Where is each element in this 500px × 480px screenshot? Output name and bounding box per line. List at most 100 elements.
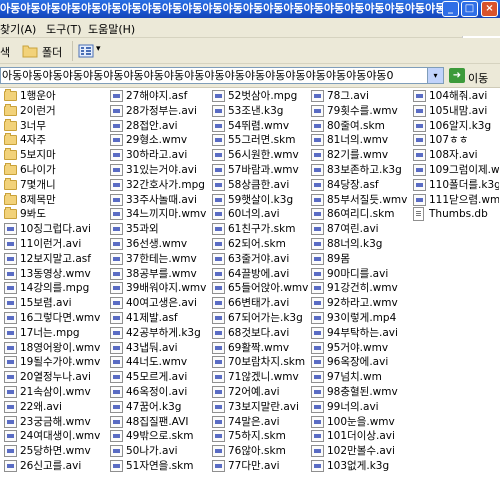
file-item[interactable]: 55그러면.skm xyxy=(212,132,316,148)
file-item[interactable]: 102만볼수.avi xyxy=(311,443,415,459)
file-item[interactable]: 70보람차지.skm xyxy=(212,354,316,370)
file-item[interactable]: 39배워야지.wmv xyxy=(110,280,214,296)
file-item[interactable]: 50나가.avi xyxy=(110,443,214,459)
file-item[interactable]: 98충혈된.wmv xyxy=(311,384,415,400)
file-item[interactable]: 27해야지.asf xyxy=(110,88,214,104)
file-item[interactable]: 105내맘.avi xyxy=(413,103,499,119)
file-item[interactable]: 34느끼지마.wmv xyxy=(110,206,214,222)
file-item[interactable]: 97넘치.wm xyxy=(311,369,415,385)
file-item[interactable]: 51자연을.skm xyxy=(110,458,214,474)
file-item[interactable]: 11이런거.avi xyxy=(4,236,108,252)
file-item[interactable]: 45모르게.avi xyxy=(110,369,214,385)
file-item[interactable]: 76않아.skm xyxy=(212,443,316,459)
file-item[interactable]: 108자.avi xyxy=(413,147,499,163)
address-field[interactable]: 아동야동야동야동야동야동야동야동야동야동야동야동야동야동야동야동야동야동야동0 … xyxy=(0,67,444,84)
folder-item[interactable]: 7몇개니 xyxy=(4,177,108,193)
file-item[interactable]: 56시원한.wmv xyxy=(212,147,316,163)
file-item[interactable]: 40여고생은.avi xyxy=(110,295,214,311)
file-item[interactable]: 49밖으로.skm xyxy=(110,428,214,444)
file-item[interactable]: 75하지.skm xyxy=(212,428,316,444)
menu-help[interactable]: 도움말(H) xyxy=(88,21,135,37)
file-item[interactable]: 109그럼이제.wmv xyxy=(413,162,499,178)
file-item[interactable]: 60너의.avi xyxy=(212,206,316,222)
folder-item[interactable]: 5보지마 xyxy=(4,147,108,163)
file-item[interactable]: 73보지말란.avi xyxy=(212,399,316,415)
file-item[interactable]: 91강건히.wmv xyxy=(311,280,415,296)
file-item[interactable]: 21속삼이.wmv xyxy=(4,384,108,400)
file-item[interactable]: 104해줘.avi xyxy=(413,88,499,104)
search-button[interactable]: 색 xyxy=(0,44,10,60)
file-item[interactable]: 89몸 xyxy=(311,251,415,267)
folder-item[interactable]: 6나이가 xyxy=(4,162,108,178)
menu-file[interactable]: 찾기(A) xyxy=(0,21,36,37)
file-item[interactable]: 14강의를.mpg xyxy=(4,280,108,296)
minimize-button[interactable]: _ xyxy=(442,1,459,17)
file-item[interactable]: 94부탁하는.avi xyxy=(311,325,415,341)
file-item[interactable]: 46옥정이.avi xyxy=(110,384,214,400)
file-item[interactable]: 30하라고.avi xyxy=(110,147,214,163)
file-item[interactable]: 41제발.asf xyxy=(110,310,214,326)
file-item[interactable]: 36선생.wmv xyxy=(110,236,214,252)
file-item[interactable]: 57바람과.wmv xyxy=(212,162,316,178)
file-item[interactable]: 81너의.wmv xyxy=(311,132,415,148)
file-item[interactable]: 22왜.avi xyxy=(4,399,108,415)
file-item[interactable]: 31있는거야.avi xyxy=(110,162,214,178)
file-item[interactable]: 110폴더를.k3g xyxy=(413,177,499,193)
file-item[interactable]: 29형소.wmv xyxy=(110,132,214,148)
file-item[interactable]: 96옥장에.avi xyxy=(311,354,415,370)
file-item[interactable]: 92하라고.wmv xyxy=(311,295,415,311)
file-item[interactable]: 77다만.avi xyxy=(212,458,316,474)
folder-item[interactable]: 2이런거 xyxy=(4,103,108,119)
file-item[interactable]: 107ㅎㅎ xyxy=(413,132,499,148)
file-item[interactable]: 44너도.wmv xyxy=(110,354,214,370)
file-item[interactable]: 93이렇게.mp4 xyxy=(311,310,415,326)
folder-item[interactable]: 1행운아 xyxy=(4,88,108,104)
file-item[interactable]: 24여대생이.wmv xyxy=(4,428,108,444)
file-item[interactable]: 82기를.wmv xyxy=(311,147,415,163)
maximize-button[interactable]: □ xyxy=(461,1,478,17)
file-item[interactable]: 71않겠니.wmv xyxy=(212,369,316,385)
file-item[interactable]: 53조낸.k3g xyxy=(212,103,316,119)
file-item[interactable]: 32간호사가.mpg xyxy=(110,177,214,193)
file-item[interactable]: 26신고를.avi xyxy=(4,458,108,474)
close-button[interactable]: × xyxy=(481,1,498,17)
file-item[interactable]: 103없게.k3g xyxy=(311,458,415,474)
file-item[interactable]: 35과외 xyxy=(110,221,214,237)
file-item[interactable]: 25당하면.wmv xyxy=(4,443,108,459)
file-item[interactable]: 12보지말고.asf xyxy=(4,251,108,267)
views-button[interactable]: ▾ xyxy=(78,41,106,61)
file-item[interactable]: 65들어앉아.wmv xyxy=(212,280,316,296)
file-item[interactable]: 37한테는.wmv xyxy=(110,251,214,267)
file-item[interactable]: 79횟수를.wmv xyxy=(311,103,415,119)
file-item[interactable]: 87여린.avi xyxy=(311,221,415,237)
file-item[interactable]: 67되어가는.k3g xyxy=(212,310,316,326)
file-item[interactable]: 42공부하게.k3g xyxy=(110,325,214,341)
file-item[interactable]: 28가정부는.avi xyxy=(110,103,214,119)
file-item[interactable]: 10징그럽다.avi xyxy=(4,221,108,237)
file-item[interactable]: 58상큼한.avi xyxy=(212,177,316,193)
file-item[interactable]: 20열정누나.avi xyxy=(4,369,108,385)
file-item[interactable]: 84당장.asf xyxy=(311,177,415,193)
file-item[interactable]: 72어예.avi xyxy=(212,384,316,400)
file-item[interactable]: 63줄거야.avi xyxy=(212,251,316,267)
file-item[interactable]: 68것보다.avi xyxy=(212,325,316,341)
file-item[interactable]: 99너의.avi xyxy=(311,399,415,415)
file-item[interactable]: 62되어.skm xyxy=(212,236,316,252)
file-item[interactable]: 66변태가.avi xyxy=(212,295,316,311)
go-arrow-icon[interactable]: ➜ xyxy=(449,68,465,83)
folders-button[interactable]: 폴더 xyxy=(22,42,82,60)
file-item[interactable]: 19될수가야.wmv xyxy=(4,354,108,370)
file-item[interactable]: 78그.avi xyxy=(311,88,415,104)
address-dropdown-icon[interactable]: ▾ xyxy=(427,68,443,83)
file-item[interactable]: 86여리디.skm xyxy=(311,206,415,222)
file-item[interactable]: 83보존하고.k3g xyxy=(311,162,415,178)
folder-item[interactable]: 4자주 xyxy=(4,132,108,148)
file-item[interactable]: 101더이상.avi xyxy=(311,428,415,444)
file-item[interactable]: 15보렴.avi xyxy=(4,295,108,311)
go-button[interactable]: 이동 xyxy=(468,70,488,86)
file-item[interactable]: 16그렇다면.wmv xyxy=(4,310,108,326)
file-item[interactable]: 88너의.k3g xyxy=(311,236,415,252)
folder-item[interactable]: 9봐도 xyxy=(4,206,108,222)
menu-tools[interactable]: 도구(T) xyxy=(46,21,82,37)
file-item[interactable]: 52벗삼아.mpg xyxy=(212,88,316,104)
